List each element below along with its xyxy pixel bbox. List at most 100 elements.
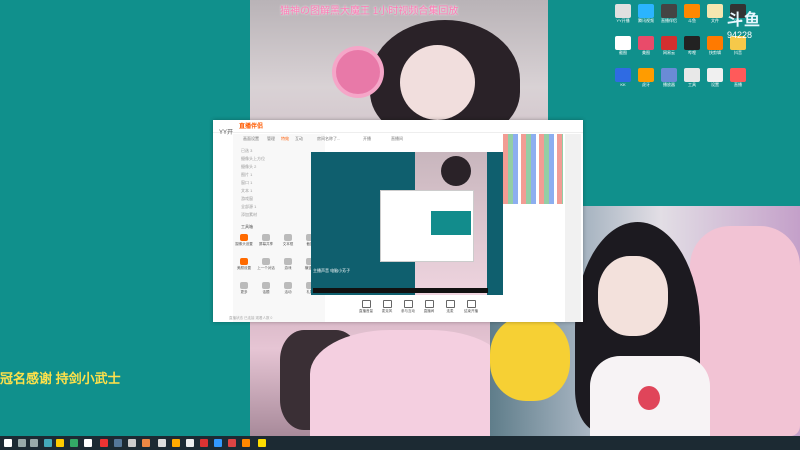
- status-line: 直播状态 已连接 观看人数 0: [229, 316, 273, 320]
- notes-icon[interactable]: [186, 439, 194, 447]
- source-row[interactable]: 已选 3: [241, 148, 252, 154]
- wechat-icon[interactable]: [70, 439, 78, 447]
- toolbox-item-label: 话题: [262, 290, 270, 294]
- toolbox-item-label: 活动: [284, 290, 292, 294]
- toolbox-item-icon: [284, 258, 292, 265]
- toolbox-item[interactable]: 摄像头设置: [235, 234, 253, 247]
- toolbox-item[interactable]: 更多: [235, 282, 253, 295]
- control-button-label: 结束开播: [464, 309, 478, 313]
- toolbox-item-icon: [262, 234, 270, 241]
- tool-icon[interactable]: [158, 439, 166, 447]
- folder-icon[interactable]: [56, 439, 64, 447]
- photo-face: [400, 45, 475, 120]
- toolbox-item-icon: [284, 282, 292, 289]
- cam-plush-toy: [490, 316, 570, 401]
- toolbox-item-icon: [262, 258, 270, 265]
- steam-icon[interactable]: [114, 439, 122, 447]
- source-row[interactable]: 摄像头上方位: [241, 156, 265, 162]
- cam-face: [598, 256, 668, 336]
- source-row[interactable]: 图片 1: [241, 172, 252, 178]
- red-app-icon[interactable]: [228, 439, 236, 447]
- source-row[interactable]: 添加素材: [241, 212, 257, 218]
- desktop-icon-label: 直播: [734, 82, 742, 87]
- control-button-label: 麦克风: [381, 309, 393, 313]
- room-tab-start[interactable]: 开播: [363, 136, 371, 142]
- start-icon[interactable]: [4, 439, 12, 447]
- douyu-taskbar-icon[interactable]: [258, 439, 266, 447]
- tab-manage[interactable]: 管理: [267, 136, 275, 142]
- app-scrollbar[interactable]: [565, 134, 581, 322]
- store-icon[interactable]: [128, 439, 136, 447]
- toolbox-item[interactable]: 美颜设置: [235, 258, 253, 271]
- task-view-icon[interactable]: [30, 439, 38, 447]
- app-logo: 直播伴侣: [239, 124, 264, 130]
- taskbar: [0, 436, 800, 450]
- preview-bar: [313, 288, 488, 293]
- gift-grid[interactable]: [503, 134, 563, 204]
- control-button-icon: [466, 300, 476, 308]
- control-button[interactable]: 麦克风: [378, 300, 396, 314]
- control-button-icon: [445, 300, 455, 308]
- tab-effects[interactable]: 特效: [281, 136, 289, 142]
- desktop-icon[interactable]: 直播: [721, 68, 755, 87]
- stream-banner: 猫神の图解黑大魔王 1小时视频合集回放: [280, 6, 459, 17]
- game-icon[interactable]: [142, 439, 150, 447]
- cam-strawberry-print: [638, 386, 660, 410]
- toolbox-item-icon: [240, 258, 248, 265]
- app-icon[interactable]: [100, 439, 108, 447]
- source-row[interactable]: 全部源 1: [241, 204, 256, 210]
- toolbox-item-label: 游戏: [284, 266, 292, 270]
- toolbox-item[interactable]: 上一个对话: [257, 258, 275, 271]
- clock-widget[interactable]: 斗鱼 94228: [727, 6, 789, 54]
- edge-icon[interactable]: [44, 439, 52, 447]
- toolbox-item-icon: [262, 282, 270, 289]
- desktop-app-icon: [730, 68, 746, 82]
- room-tab-live[interactable]: 直播间: [391, 136, 403, 142]
- control-button-label: 直播音量: [359, 309, 373, 313]
- toolbox-item-label: 摄像头设置: [235, 242, 253, 246]
- control-button-label: 参与互动: [401, 309, 415, 313]
- search-icon[interactable]: [18, 439, 26, 447]
- qq-icon[interactable]: [214, 439, 222, 447]
- photo-dress: [310, 330, 510, 436]
- source-row[interactable]: 摄像头 2: [241, 164, 256, 170]
- control-button-icon: [424, 300, 434, 308]
- yy-taskbar-icon[interactable]: [242, 439, 250, 447]
- tab-interact[interactable]: 互动: [295, 136, 303, 142]
- control-button-label: 连麦: [446, 309, 454, 313]
- toolbox-item-icon: [240, 234, 248, 241]
- toolbox-item[interactable]: 屏幕共享: [257, 234, 275, 247]
- toolbox-item-icon: [240, 282, 248, 289]
- toolbox-item[interactable]: 活动: [279, 282, 297, 295]
- settings-popup[interactable]: [380, 190, 474, 262]
- toolbox-item-label: 美颜设置: [237, 266, 251, 270]
- control-button-icon: [403, 300, 413, 308]
- toolbox-item-icon: [284, 234, 292, 241]
- toolbox-item-label: 屏幕共享: [259, 242, 273, 246]
- toolbox-item[interactable]: 文本框: [279, 234, 297, 247]
- control-button[interactable]: 直播间: [420, 300, 438, 314]
- source-row[interactable]: 窗口 1: [241, 180, 252, 186]
- toolbox-label: 工具箱: [241, 224, 253, 229]
- toolbox-item-label: 文本框: [282, 242, 294, 246]
- preview-hair: [441, 156, 471, 186]
- source-row[interactable]: 游戏窗: [241, 196, 253, 202]
- toolbox-item[interactable]: 游戏: [279, 258, 297, 271]
- toolbox-item[interactable]: 话题: [257, 282, 275, 295]
- toolbox-item-label: 上一个对话: [257, 266, 275, 270]
- browser-icon[interactable]: [84, 439, 92, 447]
- control-button[interactable]: 结束开播: [462, 300, 480, 314]
- control-button[interactable]: 直播音量: [357, 300, 375, 314]
- control-button[interactable]: 参与互动: [399, 300, 417, 314]
- control-button[interactable]: 连麦: [441, 300, 459, 314]
- clock-time: 94228: [727, 30, 753, 40]
- tab-scene-settings[interactable]: 画面设置: [243, 136, 259, 142]
- clock-logo: 斗鱼: [727, 12, 762, 29]
- control-button-label: 直播间: [423, 309, 435, 313]
- source-row[interactable]: 文本 1: [241, 188, 252, 194]
- music-icon[interactable]: [200, 439, 208, 447]
- yy-logo: YY开: [219, 130, 234, 136]
- room-tab-name[interactable]: 房间名称了...: [317, 136, 340, 142]
- live-app-icon[interactable]: [172, 439, 180, 447]
- danmaku-message: 冠名感谢 持剑小武士: [0, 371, 121, 386]
